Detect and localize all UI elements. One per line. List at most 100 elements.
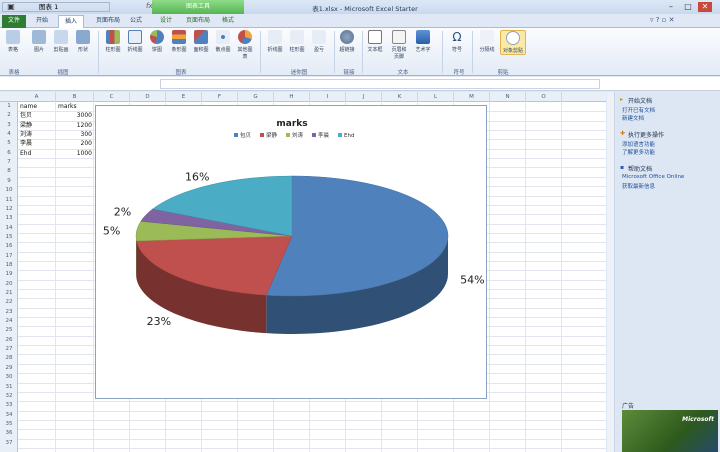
- pane-link-learn-more[interactable]: 了解更多功能: [622, 148, 655, 156]
- row-header-2[interactable]: 2: [0, 111, 18, 120]
- sparkline-winloss-button[interactable]: 盈亏: [310, 30, 328, 53]
- tab-chart-format[interactable]: 格式: [216, 15, 240, 28]
- column-header-m[interactable]: M: [454, 92, 490, 102]
- column-header-d[interactable]: D: [130, 92, 166, 102]
- row-header-21[interactable]: 21: [0, 289, 18, 298]
- row-header-1[interactable]: 1: [0, 102, 18, 111]
- advertisement-image[interactable]: Microsoft: [622, 410, 718, 452]
- pane-link-language[interactable]: 添加语言功能: [622, 140, 655, 148]
- column-header-e[interactable]: E: [166, 92, 202, 102]
- signature-line-button[interactable]: 分隔线: [478, 30, 496, 53]
- pane-link-latest[interactable]: 获取最新信息: [622, 182, 655, 190]
- row-header-24[interactable]: 24: [0, 317, 18, 326]
- pie-chart[interactable]: marks 包贝 梁静 刘涛 李晨 Ehd 54% 23% 5% 2% 16%: [95, 105, 487, 399]
- tab-home[interactable]: 开始: [30, 15, 54, 28]
- row-header-33[interactable]: 33: [0, 401, 18, 410]
- row-header-37[interactable]: 37: [0, 439, 18, 448]
- row-header-17[interactable]: 17: [0, 252, 18, 261]
- row-header-28[interactable]: 28: [0, 354, 18, 363]
- tab-page-layout[interactable]: 页面布局: [90, 15, 126, 28]
- cell-marks[interactable]: 300: [58, 130, 92, 139]
- row-header-10[interactable]: 10: [0, 186, 18, 195]
- name-box[interactable]: 图表 1: [2, 2, 110, 12]
- shapes-button[interactable]: 形状: [74, 30, 92, 53]
- tab-insert[interactable]: 插入: [58, 15, 85, 28]
- row-header-16[interactable]: 16: [0, 242, 18, 251]
- row-header-7[interactable]: 7: [0, 158, 18, 167]
- tab-chart-design[interactable]: 设计: [154, 15, 178, 28]
- row-header-15[interactable]: 15: [0, 233, 18, 242]
- column-header-c[interactable]: C: [94, 92, 130, 102]
- cell-header-name[interactable]: name: [20, 102, 54, 111]
- textbox-button[interactable]: 文本框: [366, 30, 384, 53]
- row-header-14[interactable]: 14: [0, 224, 18, 233]
- column-header-f[interactable]: F: [202, 92, 238, 102]
- row-header-4[interactable]: 4: [0, 130, 18, 139]
- pie-chart-button[interactable]: 饼图: [148, 30, 166, 53]
- row-header-29[interactable]: 29: [0, 364, 18, 373]
- row-header-13[interactable]: 13: [0, 214, 18, 223]
- table-button[interactable]: 表格: [4, 30, 22, 53]
- cell-header-marks[interactable]: marks: [58, 102, 92, 111]
- column-header-g[interactable]: G: [238, 92, 274, 102]
- cell-name[interactable]: 梁静: [20, 121, 54, 130]
- header-footer-button[interactable]: 页眉和页脚: [390, 30, 408, 60]
- picture-button[interactable]: 图片: [30, 30, 48, 53]
- cell-name[interactable]: 刘涛: [20, 130, 54, 139]
- row-header-11[interactable]: 11: [0, 196, 18, 205]
- row-header-20[interactable]: 20: [0, 280, 18, 289]
- clipart-button[interactable]: 剪贴画: [52, 30, 70, 53]
- symbol-button[interactable]: Ω 符号: [448, 30, 466, 53]
- column-header-n[interactable]: N: [490, 92, 526, 102]
- row-header-32[interactable]: 32: [0, 392, 18, 401]
- ribbon-window-controls[interactable]: ▿ ? ▫ ✕: [650, 16, 675, 24]
- row-header-31[interactable]: 31: [0, 383, 18, 392]
- cell-name[interactable]: Ehd: [20, 149, 54, 158]
- object-clip-button[interactable]: 对象剪贴: [500, 30, 526, 55]
- cell-name[interactable]: 包贝: [20, 111, 54, 120]
- area-chart-button[interactable]: 面积图: [192, 30, 210, 53]
- column-header-k[interactable]: K: [382, 92, 418, 102]
- column-header-j[interactable]: J: [346, 92, 382, 102]
- row-header-6[interactable]: 6: [0, 149, 18, 158]
- row-header-22[interactable]: 22: [0, 298, 18, 307]
- row-header-9[interactable]: 9: [0, 177, 18, 186]
- hyperlink-button[interactable]: 超链接: [338, 30, 356, 53]
- wordart-button[interactable]: 艺术字: [414, 30, 432, 53]
- cell-marks[interactable]: 1000: [58, 149, 92, 158]
- cell-marks[interactable]: 3000: [58, 111, 92, 120]
- row-header-12[interactable]: 12: [0, 205, 18, 214]
- row-header-18[interactable]: 18: [0, 261, 18, 270]
- row-header-36[interactable]: 36: [0, 429, 18, 438]
- pane-link-office-online[interactable]: Microsoft Office Online: [622, 174, 684, 180]
- column-header-h[interactable]: H: [274, 92, 310, 102]
- bar-chart-button[interactable]: 条形图: [170, 30, 188, 53]
- row-header-26[interactable]: 26: [0, 336, 18, 345]
- column-chart-button[interactable]: 柱形图: [104, 30, 122, 53]
- tab-chart-layout[interactable]: 页面布局: [180, 15, 216, 28]
- column-header-o[interactable]: O: [526, 92, 562, 102]
- formula-input[interactable]: [160, 79, 600, 89]
- row-header-23[interactable]: 23: [0, 308, 18, 317]
- pane-link-open-existing[interactable]: 打开已有文档: [622, 106, 655, 114]
- column-header-i[interactable]: I: [310, 92, 346, 102]
- row-header-34[interactable]: 34: [0, 411, 18, 420]
- maximize-button[interactable]: □: [681, 2, 695, 12]
- cell-marks[interactable]: 1200: [58, 121, 92, 130]
- tab-file[interactable]: 文件: [2, 15, 26, 28]
- sparkline-column-button[interactable]: 柱形图: [288, 30, 306, 53]
- scatter-chart-button[interactable]: 散点图: [214, 30, 232, 53]
- column-header-b[interactable]: B: [56, 92, 94, 102]
- close-button[interactable]: ✕: [698, 2, 712, 12]
- column-header-l[interactable]: L: [418, 92, 454, 102]
- vertical-scrollbar[interactable]: [607, 92, 615, 452]
- other-charts-button[interactable]: 其他图表: [236, 30, 254, 60]
- cell-name[interactable]: 李晨: [20, 139, 54, 148]
- row-header-27[interactable]: 27: [0, 345, 18, 354]
- pane-link-new[interactable]: 新建文档: [622, 114, 644, 122]
- row-header-5[interactable]: 5: [0, 139, 18, 148]
- row-header-30[interactable]: 30: [0, 373, 18, 382]
- cell-marks[interactable]: 200: [58, 139, 92, 148]
- row-header-3[interactable]: 3: [0, 121, 18, 130]
- tab-formulas[interactable]: 公式: [124, 15, 148, 28]
